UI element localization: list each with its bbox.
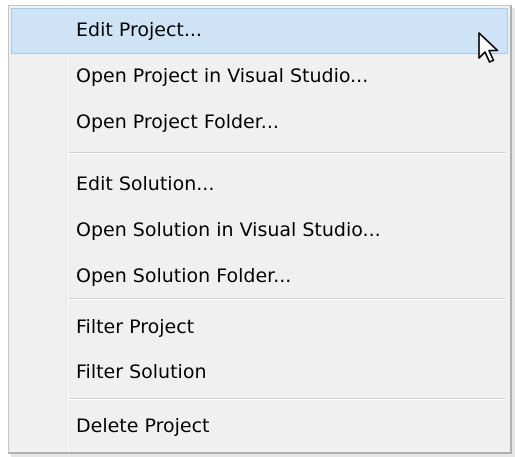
menu-item-open-solution-in-visual-studio[interactable]: Open Solution in Visual Studio... [11,208,508,254]
menu-item-label: Open Solution in Visual Studio... [76,219,381,241]
menu-item-label: Filter Solution [76,361,207,383]
mouse-pointer-icon [478,32,499,63]
menu-separator [69,152,506,154]
menu-item-label: Edit Solution... [76,173,215,195]
menu-item-edit-solution[interactable]: Edit Solution... [11,162,508,208]
menu-item-label: Open Project in Visual Studio... [76,65,369,87]
menu-item-filter-solution[interactable]: Filter Solution [11,350,508,396]
menu-item-open-project-folder[interactable]: Open Project Folder... [11,100,508,146]
menu-item-open-solution-folder[interactable]: Open Solution Folder... [11,254,508,300]
menu-item-delete-project[interactable]: Delete Project [11,404,508,450]
menu-item-open-project-in-visual-studio[interactable]: Open Project in Visual Studio... [11,54,508,100]
context-menu: Edit Project... Open Project in Visual S… [8,5,512,454]
menu-item-label: Delete Project [76,415,210,437]
menu-item-filter-project[interactable]: Filter Project [11,305,508,351]
menu-item-label: Filter Project [76,316,195,338]
menu-separator [69,298,506,300]
menu-item-label: Open Solution Folder... [76,265,292,287]
menu-item-edit-project[interactable]: Edit Project... [11,8,508,54]
menu-separator [69,398,506,400]
menu-item-label: Open Project Folder... [76,111,279,133]
menu-item-label: Edit Project... [76,19,202,41]
